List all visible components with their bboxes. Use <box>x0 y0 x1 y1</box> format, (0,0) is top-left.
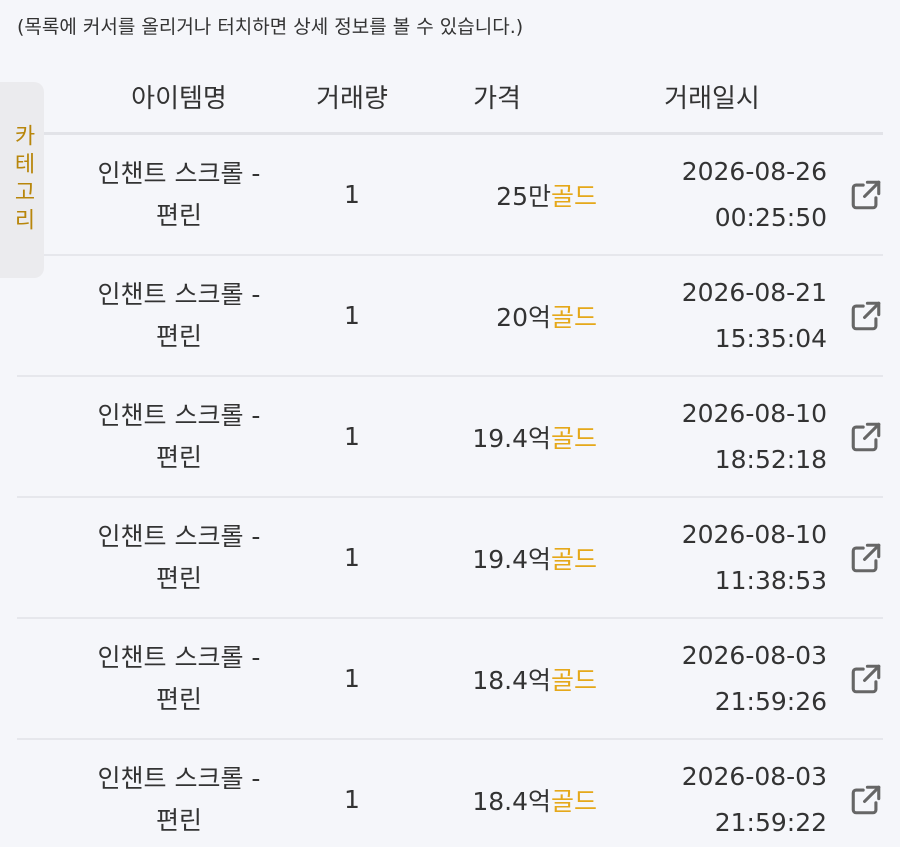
external-link-icon[interactable] <box>849 178 883 212</box>
trade-datetime: 2026-08-21 15:35:04 <box>681 277 827 353</box>
item-price: 18.4억골드 <box>472 786 597 816</box>
table-row[interactable]: 인챈트 스크롤 - 편린 1 19.4억골드 2026-08-10 18:52:… <box>17 377 883 498</box>
item-name: 인챈트 스크롤 - 편린 <box>97 158 261 230</box>
header-date: 거래일시 <box>664 83 760 114</box>
table-row[interactable]: 인챈트 스크롤 - 편린 1 25만골드 2026-08-26 00:25:50 <box>17 135 883 256</box>
detail-link-button[interactable] <box>827 662 883 696</box>
trade-datetime: 2026-08-03 21:59:22 <box>681 761 827 837</box>
gold-unit: 골드 <box>550 665 597 695</box>
item-quantity: 1 <box>344 785 360 814</box>
trade-table: 아이템명 거래량 가격 거래일시 인챈트 스크롤 - 편린 1 25만골드 20… <box>17 60 883 847</box>
detail-link-button[interactable] <box>827 299 883 333</box>
table-row[interactable]: 인챈트 스크롤 - 편린 1 19.4억골드 2026-08-10 11:38:… <box>17 498 883 619</box>
item-quantity: 1 <box>344 422 360 451</box>
detail-link-button[interactable] <box>827 541 883 575</box>
detail-link-button[interactable] <box>827 420 883 454</box>
gold-unit: 골드 <box>550 786 597 816</box>
item-quantity: 1 <box>344 543 360 572</box>
external-link-icon[interactable] <box>849 662 883 696</box>
item-price: 19.4억골드 <box>472 423 597 453</box>
gold-unit: 골드 <box>550 302 597 332</box>
item-price: 18.4억골드 <box>472 665 597 695</box>
item-quantity: 1 <box>344 664 360 693</box>
gold-unit: 골드 <box>550 544 597 574</box>
item-name: 인챈트 스크롤 - 편린 <box>97 279 261 351</box>
gold-unit: 골드 <box>550 423 597 453</box>
item-price: 25만골드 <box>496 181 597 211</box>
item-name: 인챈트 스크롤 - 편린 <box>97 763 261 835</box>
header-price: 가격 <box>473 83 521 114</box>
external-link-icon[interactable] <box>849 420 883 454</box>
detail-link-button[interactable] <box>827 783 883 817</box>
table-row[interactable]: 인챈트 스크롤 - 편린 1 20억골드 2026-08-21 15:35:04 <box>17 256 883 377</box>
external-link-icon[interactable] <box>849 541 883 575</box>
header-item-name: 아이템명 <box>131 83 227 114</box>
trade-datetime: 2026-08-10 18:52:18 <box>681 398 827 474</box>
trade-datetime: 2026-08-10 11:38:53 <box>681 519 827 595</box>
external-link-icon[interactable] <box>849 299 883 333</box>
trade-history-page: (목록에 커서를 올리거나 터치하면 상세 정보를 볼 수 있습니다.) 아이템… <box>0 0 900 847</box>
item-name: 인챈트 스크롤 - 편린 <box>97 642 261 714</box>
table-row[interactable]: 인챈트 스크롤 - 편린 1 18.4억골드 2026-08-03 21:59:… <box>17 619 883 740</box>
item-price: 19.4억골드 <box>472 544 597 574</box>
item-quantity: 1 <box>344 180 360 209</box>
category-tab-label: 카테고리 <box>10 124 35 236</box>
item-price: 20억골드 <box>496 302 597 332</box>
item-quantity: 1 <box>344 301 360 330</box>
gold-unit: 골드 <box>550 181 597 211</box>
hover-hint-text: (목록에 커서를 올리거나 터치하면 상세 정보를 볼 수 있습니다.) <box>17 16 524 38</box>
category-tab[interactable]: 카테고리 <box>0 82 44 278</box>
table-header: 아이템명 거래량 가격 거래일시 <box>17 60 883 135</box>
item-name: 인챈트 스크롤 - 편린 <box>97 521 261 593</box>
table-row[interactable]: 인챈트 스크롤 - 편린 1 18.4억골드 2026-08-03 21:59:… <box>17 740 883 847</box>
trade-datetime: 2026-08-03 21:59:26 <box>681 640 827 716</box>
item-name: 인챈트 스크롤 - 편린 <box>97 400 261 472</box>
external-link-icon[interactable] <box>849 783 883 817</box>
trade-datetime: 2026-08-26 00:25:50 <box>681 156 827 232</box>
detail-link-button[interactable] <box>827 178 883 212</box>
header-quantity: 거래량 <box>316 83 388 114</box>
